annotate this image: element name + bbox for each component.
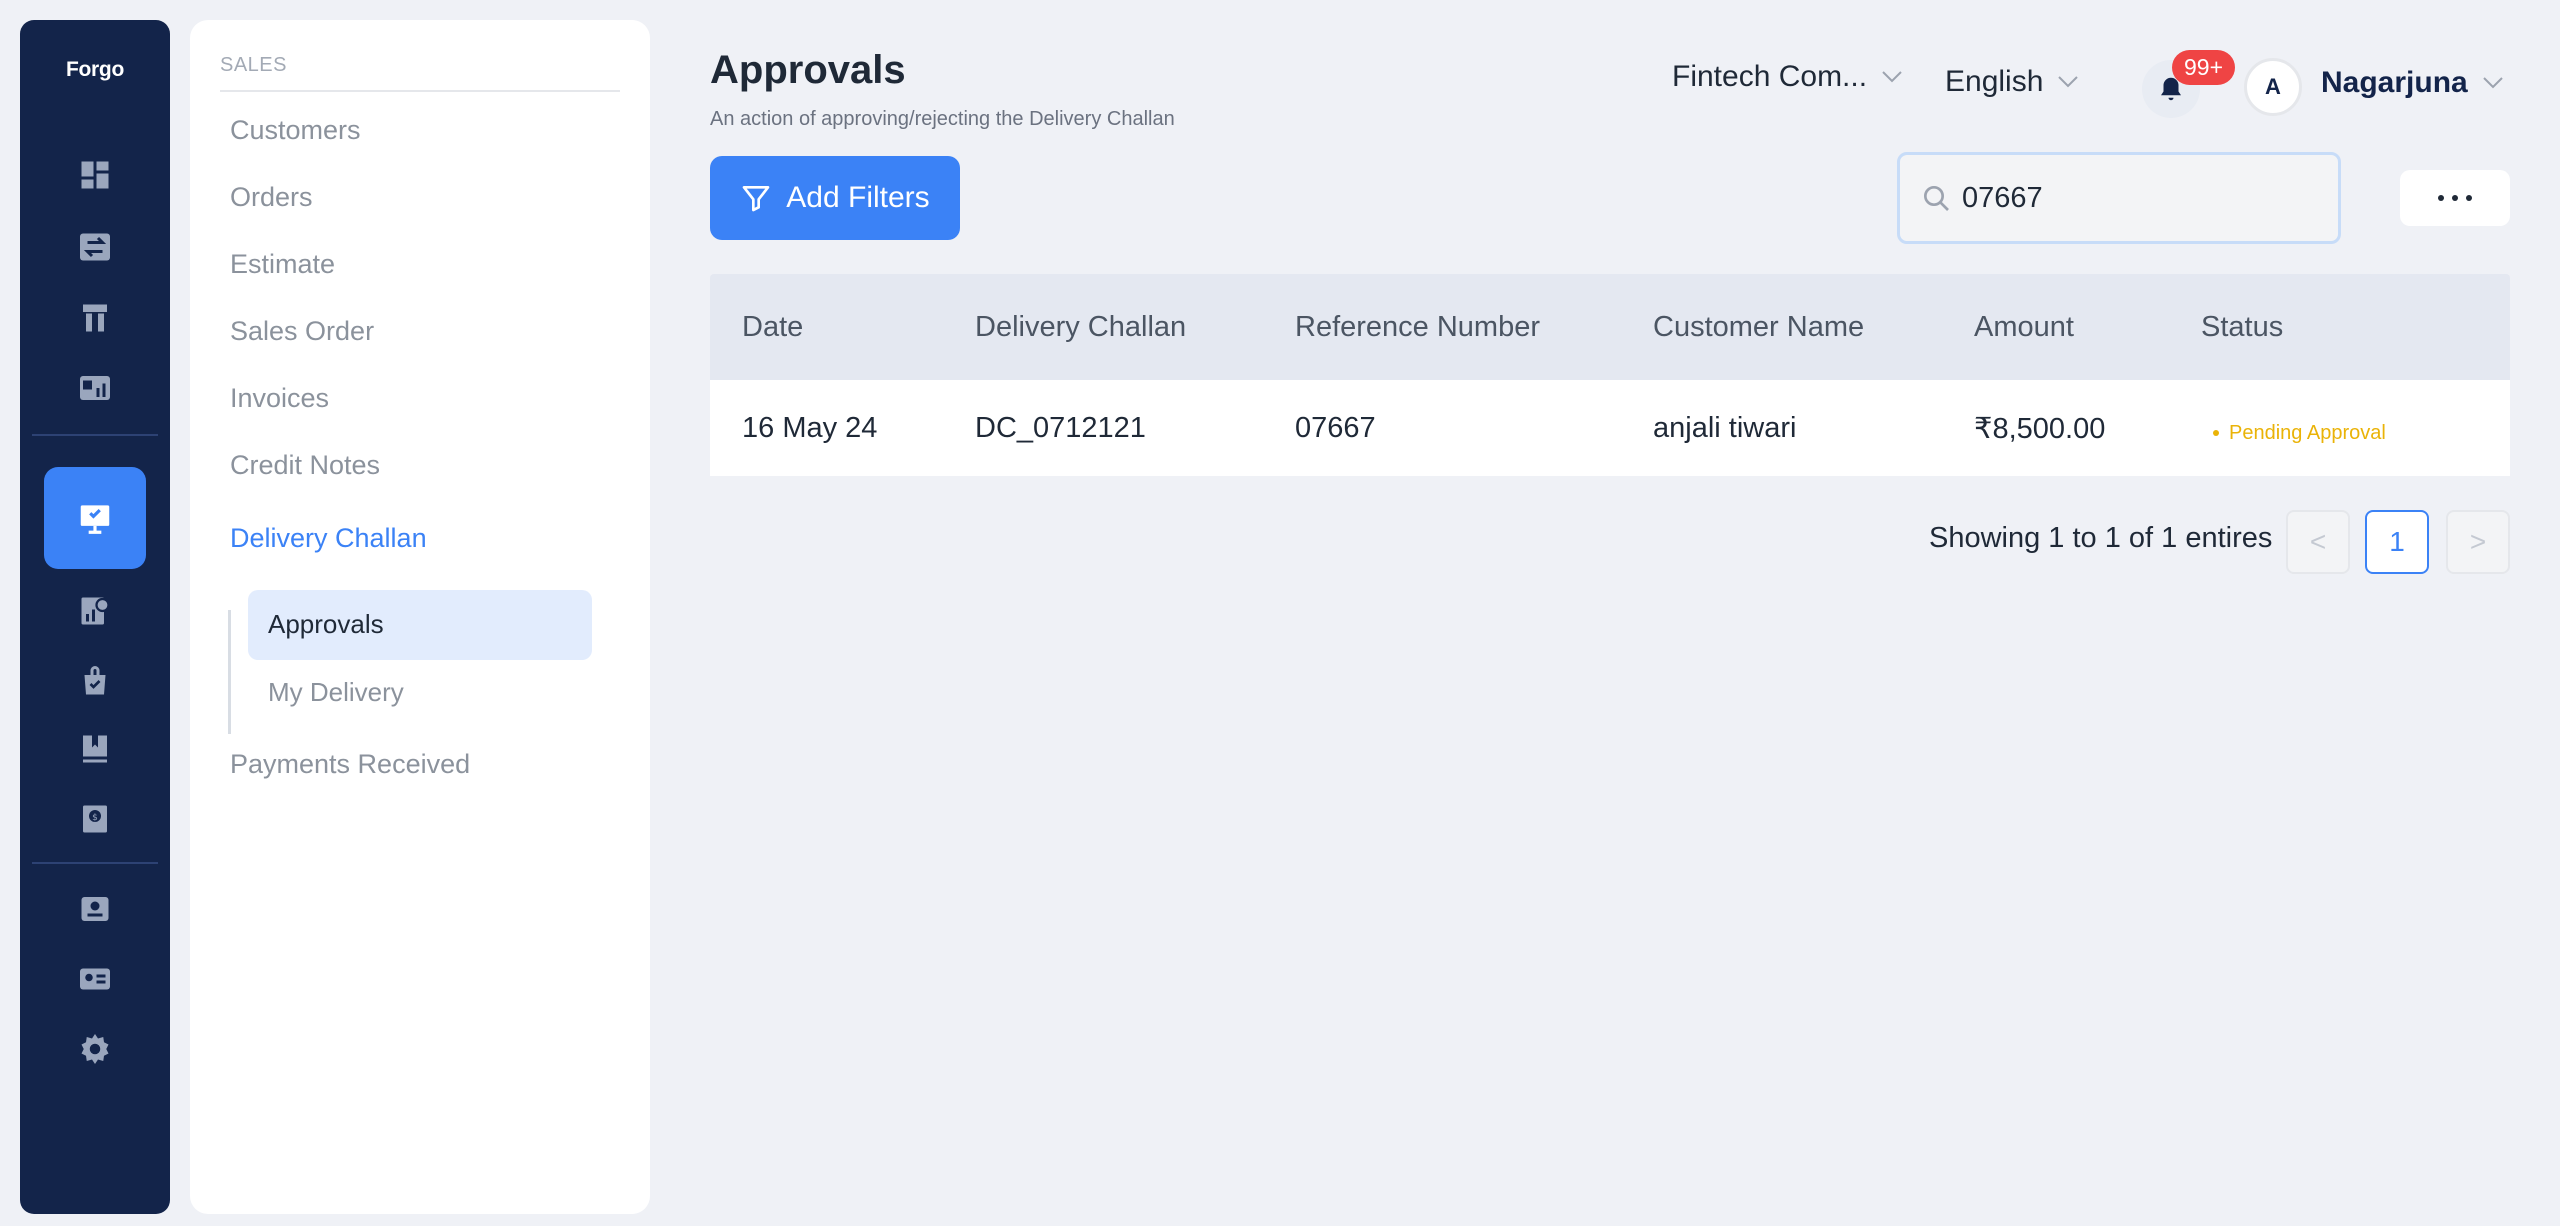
svg-text:$: $: [92, 813, 98, 823]
logo[interactable]: Forgo: [20, 58, 170, 82]
cell-customer-name: anjali tiwari: [1653, 411, 1797, 444]
more-dot: [2466, 195, 2472, 201]
status-badge[interactable]: Pending Approval: [2201, 422, 2386, 445]
tax-icon[interactable]: $: [62, 798, 128, 840]
menu-item-sales-order[interactable]: Sales Order: [230, 316, 374, 347]
purchase-analytics-icon[interactable]: [62, 590, 128, 632]
table-row[interactable]: 16 May 24 DC_0712121 07667 anjali tiwari…: [710, 380, 2510, 476]
purchase-bag-icon[interactable]: [62, 660, 128, 702]
transfer-icon[interactable]: [62, 226, 128, 268]
menu-section-title: SALES: [220, 54, 287, 76]
status-dot: [2213, 430, 2219, 437]
dashboard-icon[interactable]: [62, 154, 128, 196]
rail-divider: [32, 862, 158, 864]
user-name: Nagarjuna: [2321, 66, 2468, 99]
column-header-reference-number[interactable]: Reference Number: [1263, 311, 1621, 344]
pagination-next-button[interactable]: >: [2446, 510, 2510, 574]
settings-icon[interactable]: [62, 1028, 128, 1070]
column-header-date[interactable]: Date: [710, 311, 943, 344]
search-input[interactable]: [1962, 181, 2322, 215]
page-title: Approvals: [710, 48, 906, 92]
contacts-icon[interactable]: [62, 888, 128, 930]
add-filters-button[interactable]: Add Filters: [710, 156, 960, 240]
company-selector[interactable]: Fintech Com...: [1672, 60, 1903, 94]
id-card-icon[interactable]: [62, 958, 128, 1000]
cell-reference-number: 07667: [1295, 411, 1376, 444]
chevron-down-icon: [2483, 77, 2503, 89]
menu-item-orders[interactable]: Orders: [230, 182, 313, 213]
company-name: Fintech Com...: [1672, 60, 1868, 93]
chevron-down-icon: [2058, 76, 2079, 88]
cell-amount: ₹8,500.00: [1974, 412, 2106, 445]
more-dot: [2438, 195, 2444, 201]
sales-menu-panel: SALES Customers Orders Estimate Sales Or…: [190, 20, 650, 1214]
add-filters-label: Add Filters: [786, 181, 930, 214]
status-label: Pending Approval: [2229, 421, 2386, 444]
page-subtitle: An action of approving/rejecting the Del…: [710, 108, 1175, 130]
submenu-item-my-delivery[interactable]: My Delivery: [268, 677, 404, 708]
filter-icon: [742, 186, 770, 212]
menu-item-credit-notes[interactable]: Credit Notes: [230, 450, 380, 481]
language-label: English: [1945, 65, 2044, 98]
column-header-amount[interactable]: Amount: [1942, 311, 2169, 344]
column-header-customer-name[interactable]: Customer Name: [1621, 311, 1942, 344]
rail-divider: [32, 434, 158, 436]
pagination-prev-button[interactable]: <: [2286, 510, 2350, 574]
submenu-guide-line: [228, 610, 231, 734]
column-header-status[interactable]: Status: [2169, 311, 2510, 344]
user-menu[interactable]: Nagarjuna: [2321, 66, 2504, 100]
cell-status: Pending Approval: [2169, 411, 2510, 445]
search-icon: [1924, 186, 1949, 211]
pagination-summary: Showing 1 to 1 of 1 entires: [1929, 522, 2273, 554]
language-selector[interactable]: English: [1945, 65, 2079, 99]
menu-item-customers[interactable]: Customers: [230, 115, 361, 146]
pagination-page-1[interactable]: 1: [2365, 510, 2429, 574]
column-header-delivery-challan[interactable]: Delivery Challan: [943, 311, 1263, 344]
approvals-table: Date Delivery Challan Reference Number C…: [710, 274, 2510, 476]
menu-item-invoices[interactable]: Invoices: [230, 383, 329, 414]
menu-divider: [220, 90, 620, 92]
avatar[interactable]: A: [2244, 58, 2302, 116]
search-box[interactable]: [1897, 152, 2341, 244]
chevron-down-icon: [1882, 71, 1902, 83]
notification-badge: 99+: [2172, 50, 2236, 85]
more-options-button[interactable]: [2400, 170, 2510, 226]
inventory-icon[interactable]: [62, 297, 128, 339]
sales-icon[interactable]: [44, 467, 146, 569]
menu-item-payments-received[interactable]: Payments Received: [230, 749, 470, 780]
cell-date: 16 May 24: [742, 411, 878, 444]
icon-rail: Forgo $: [20, 20, 170, 1214]
menu-item-delivery-challan[interactable]: Delivery Challan: [230, 523, 427, 554]
submenu-item-approvals[interactable]: Approvals: [268, 609, 384, 640]
more-dot: [2452, 195, 2458, 201]
menu-item-estimate[interactable]: Estimate: [230, 249, 335, 280]
reports-icon[interactable]: [62, 367, 128, 409]
table-header: Date Delivery Challan Reference Number C…: [710, 274, 2510, 380]
bookmark-icon[interactable]: [62, 728, 128, 770]
cell-delivery-challan[interactable]: DC_0712121: [943, 412, 1263, 445]
